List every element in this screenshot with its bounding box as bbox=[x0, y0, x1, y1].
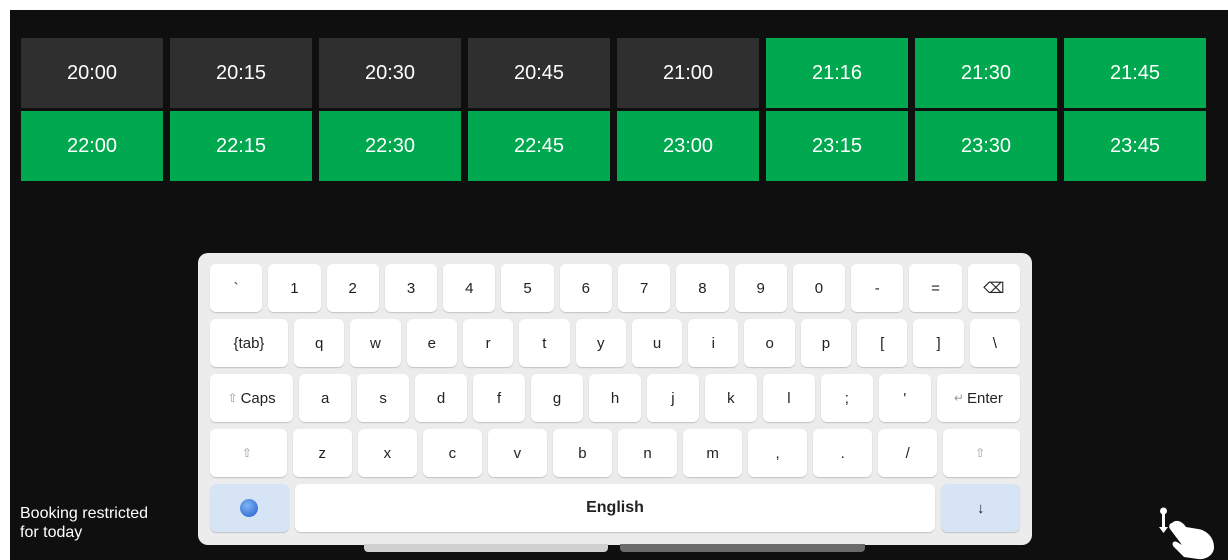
globe-icon bbox=[240, 499, 259, 517]
key-5[interactable]: 5 bbox=[501, 264, 554, 312]
key--[interactable]: - bbox=[851, 264, 904, 312]
key-,[interactable]: , bbox=[748, 429, 808, 477]
shift-icon: ⇧ bbox=[241, 446, 252, 460]
caps-icon: ⇧ bbox=[227, 391, 238, 405]
key-;[interactable]: ; bbox=[820, 374, 873, 422]
key-1[interactable]: 1 bbox=[268, 264, 321, 312]
time-slot-2330[interactable]: 23:30 bbox=[915, 111, 1057, 181]
shift-right-key[interactable]: ⇧ bbox=[943, 429, 1020, 477]
key-s[interactable]: s bbox=[357, 374, 410, 422]
keyboard-row-top: {tab} q w e r t y u i o p[] \ bbox=[210, 319, 1021, 367]
key-i[interactable]: i bbox=[688, 319, 739, 367]
key-k[interactable]: k bbox=[704, 374, 757, 422]
time-slot-2230[interactable]: 22:30 bbox=[319, 111, 461, 181]
booking-screen: 20:00 20:15 20:30 20:45 21:00 21:16 21:30 21:45… bbox=[10, 10, 1228, 560]
time-slot-2145[interactable]: 21:45 bbox=[1064, 38, 1206, 108]
key-/[interactable]: / bbox=[878, 429, 938, 477]
key-r[interactable]: r bbox=[462, 319, 514, 367]
booking-status: Booking restricted for today bbox=[20, 504, 180, 542]
scroll-indicator-left bbox=[364, 544, 608, 552]
time-slot-2000[interactable]: 20:00 bbox=[21, 38, 163, 108]
status-line: for today bbox=[20, 524, 83, 541]
key-m[interactable]: m bbox=[683, 429, 743, 477]
key-8[interactable]: 8 bbox=[676, 264, 729, 312]
key-n[interactable]: n bbox=[618, 429, 678, 477]
keyboard-row-space: English ↓ bbox=[210, 484, 1021, 532]
key-\[interactable]: \ bbox=[969, 319, 1021, 367]
key-'[interactable]: ' bbox=[878, 374, 931, 422]
on-screen-keyboard: ` 1 2 3 4 5 6 7 8 9 0- = ⌫ {tab} q w e r t y u i o p[] \ ⇧ Caps… bbox=[198, 253, 1032, 545]
time-slot-2015[interactable]: 20:15 bbox=[170, 38, 312, 108]
time-slot-grid: 20:00 20:15 20:30 20:45 21:00 21:16 21:30 21:45… bbox=[21, 38, 1228, 184]
key-h[interactable]: h bbox=[589, 374, 641, 422]
key-e[interactable]: e bbox=[406, 319, 457, 367]
status-line: Booking restricted bbox=[20, 505, 149, 522]
time-slot-2300[interactable]: 23:00 bbox=[617, 111, 759, 181]
shift-left-key[interactable]: ⇧ bbox=[210, 429, 287, 477]
key-b[interactable]: b bbox=[552, 429, 612, 477]
scroll-indicator-right bbox=[620, 544, 865, 552]
key-q[interactable]: q bbox=[293, 319, 345, 367]
time-slot-2130[interactable]: 21:30 bbox=[915, 38, 1057, 108]
caps-label: Caps bbox=[240, 389, 276, 407]
key-7[interactable]: 7 bbox=[617, 264, 671, 312]
key-d[interactable]: d bbox=[415, 374, 468, 422]
keyboard-row-home: ⇧ Caps a s d f g h j k l; ' ↵ Enter bbox=[210, 374, 1020, 422]
key-0[interactable]: 0 bbox=[792, 264, 846, 312]
time-slot-2200[interactable]: 22:00 bbox=[21, 111, 163, 181]
time-slot-2045[interactable]: 20:45 bbox=[468, 38, 610, 108]
time-slot-2100[interactable]: 21:00 bbox=[617, 38, 759, 108]
key-f[interactable]: f bbox=[473, 374, 526, 422]
hide-keyboard-key[interactable]: ↓ bbox=[941, 484, 1021, 532]
key-u[interactable]: u bbox=[631, 319, 683, 367]
key-{tab}[interactable]: {tab} bbox=[210, 319, 288, 367]
time-slot-2345[interactable]: 23:45 bbox=[1064, 111, 1206, 181]
key-[[interactable]: [ bbox=[857, 319, 908, 367]
time-slot-2245[interactable]: 22:45 bbox=[468, 111, 610, 181]
enter-key[interactable]: ↵ Enter bbox=[936, 374, 1020, 422]
key-x[interactable]: x bbox=[357, 429, 417, 477]
key-=[interactable]: = bbox=[909, 264, 962, 312]
key-⌫[interactable]: ⌫ bbox=[967, 264, 1020, 312]
keyboard-row-bottom: ⇧ z x c v b n m,. / ⇧ bbox=[210, 429, 1020, 477]
time-slot-row: 22:00 22:15 22:30 22:45 23:00 23:15 23:30 23:45 bbox=[21, 111, 1228, 181]
key-.[interactable]: . bbox=[813, 429, 873, 477]
shift-icon: ⇧ bbox=[975, 446, 986, 460]
key-][interactable]: ] bbox=[913, 319, 964, 367]
key-4[interactable]: 4 bbox=[443, 264, 496, 312]
key-p[interactable]: p bbox=[800, 319, 852, 367]
hide-keyboard-icon: ↓ bbox=[976, 499, 985, 517]
time-slot-row: 20:00 20:15 20:30 20:45 21:00 21:16 21:30 21:45 bbox=[21, 38, 1228, 108]
key-o[interactable]: o bbox=[744, 319, 795, 367]
time-slot-2315[interactable]: 23:15 bbox=[766, 111, 908, 181]
key-w[interactable]: w bbox=[350, 319, 401, 367]
time-slot-2116[interactable]: 21:16 bbox=[766, 38, 908, 108]
key-`[interactable]: ` bbox=[210, 264, 263, 312]
time-slot-2030[interactable]: 20:30 bbox=[319, 38, 461, 108]
key-a[interactable]: a bbox=[299, 374, 352, 422]
space-key[interactable]: English bbox=[294, 484, 936, 532]
enter-label: Enter bbox=[966, 389, 1003, 407]
language-key[interactable] bbox=[210, 484, 289, 532]
touch-hand-icon[interactable] bbox=[1158, 507, 1218, 560]
key-c[interactable]: c bbox=[422, 429, 482, 477]
key-3[interactable]: 3 bbox=[384, 264, 438, 312]
key-2[interactable]: 2 bbox=[326, 264, 379, 312]
key-9[interactable]: 9 bbox=[734, 264, 787, 312]
key-l[interactable]: l bbox=[762, 374, 815, 422]
key-j[interactable]: j bbox=[646, 374, 699, 422]
key-v[interactable]: v bbox=[487, 429, 547, 477]
key-g[interactable]: g bbox=[531, 374, 583, 422]
key-y[interactable]: y bbox=[575, 319, 626, 367]
key-z[interactable]: z bbox=[292, 429, 352, 477]
key-6[interactable]: 6 bbox=[559, 264, 612, 312]
enter-icon: ↵ bbox=[953, 391, 964, 405]
key-t[interactable]: t bbox=[519, 319, 570, 367]
keyboard-row-numbers: ` 1 2 3 4 5 6 7 8 9 0- = ⌫ bbox=[210, 264, 1020, 312]
time-slot-2215[interactable]: 22:15 bbox=[170, 111, 312, 181]
caps-lock-key[interactable]: ⇧ Caps bbox=[210, 374, 294, 422]
